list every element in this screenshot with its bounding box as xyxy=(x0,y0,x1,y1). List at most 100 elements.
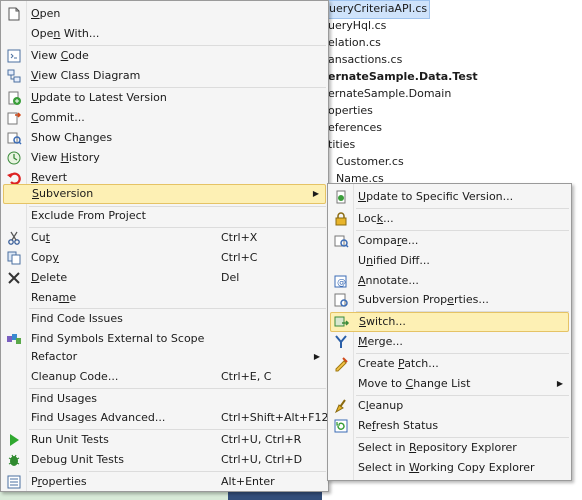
menu-item-open[interactable]: Open xyxy=(3,4,326,24)
cleanup-icon xyxy=(333,398,349,414)
menu-item-label: Move to Change List xyxy=(358,377,471,390)
switch-icon xyxy=(334,314,350,330)
menu-item-lock[interactable]: Lock... xyxy=(330,209,569,229)
menu-item-label: Lock... xyxy=(358,212,394,225)
menu-item-compare[interactable]: Compare... xyxy=(330,231,569,251)
menu-item-cut[interactable]: Cut Ctrl+X xyxy=(3,228,326,248)
menu-item-label: Subversion xyxy=(32,187,94,200)
compare-icon xyxy=(333,233,349,249)
menu-item-label: Compare... xyxy=(358,234,419,247)
menu-item-exclude-from-project[interactable]: Exclude From Project xyxy=(3,206,326,226)
menu-item-run-unit-tests[interactable]: Run Unit Tests Ctrl+U, Ctrl+R xyxy=(3,430,326,450)
menu-item-label: Refactor xyxy=(31,350,78,363)
menu-item-find-usages[interactable]: Find Usages xyxy=(3,389,326,409)
menu-item-move-to-change-list[interactable]: Move to Change List ▶ xyxy=(330,374,569,394)
menu-item-label: Run Unit Tests xyxy=(31,433,109,446)
menu-item-label: Switch... xyxy=(359,315,406,328)
menu-item-label: Update to Latest Version xyxy=(31,91,167,104)
menu-item-properties[interactable]: Properties Alt+Enter xyxy=(3,472,326,492)
menu-item-shortcut: Alt+Enter xyxy=(221,475,275,488)
menu-item-label: View Code xyxy=(31,49,89,62)
submenu-arrow-icon: ▶ xyxy=(556,379,563,388)
menu-item-label: Open xyxy=(31,7,61,20)
menu-item-label: Select in Working Copy Explorer xyxy=(358,461,535,474)
find-symbols-icon xyxy=(6,331,22,347)
copy-icon xyxy=(6,250,22,266)
menu-item-shortcut: Ctrl+C xyxy=(221,251,258,264)
menu-item-find-usages-advanced[interactable]: Find Usages Advanced... Ctrl+Shift+Alt+F… xyxy=(3,408,328,428)
menu-item-subversion-properties[interactable]: Subversion Properties... xyxy=(330,290,569,310)
lock-icon xyxy=(333,211,349,227)
create-patch-icon xyxy=(333,356,349,372)
menu-item-switch[interactable]: Switch... xyxy=(330,312,569,332)
menu-item-shortcut: Ctrl+X xyxy=(221,231,258,244)
menu-item-label: Commit... xyxy=(31,111,85,124)
merge-icon xyxy=(333,334,349,350)
menu-item-label: Cleanup Code... xyxy=(31,370,119,383)
menu-item-annotate[interactable]: @ Annotate... xyxy=(330,271,569,291)
menu-item-label: Open With... xyxy=(31,27,100,40)
menu-item-subversion[interactable]: Subversion ▶ xyxy=(3,184,326,204)
menu-item-update-specific-version[interactable]: Update to Specific Version... xyxy=(330,187,569,207)
menu-item-cleanup[interactable]: Cleanup xyxy=(330,396,569,416)
menu-item-label: Rename xyxy=(31,291,77,304)
menu-item-rename[interactable]: Rename xyxy=(3,288,326,308)
tree-item-data-test-project[interactable]: ernateSample.Data.Test xyxy=(328,68,478,85)
menu-item-label: Find Code Issues xyxy=(31,312,123,325)
menu-item-label: Copy xyxy=(31,251,59,264)
menu-item-shortcut: Ctrl+U, Ctrl+D xyxy=(221,453,303,466)
menu-item-select-in-working-copy-explorer[interactable]: Select in Working Copy Explorer xyxy=(330,458,569,478)
svg-text:@: @ xyxy=(337,278,346,288)
menu-item-find-code-issues[interactable]: Find Code Issues xyxy=(3,309,326,329)
tree-item-label: tities xyxy=(328,138,356,151)
tree-item-label: eferences xyxy=(328,121,382,134)
menu-item-open-with[interactable]: Open With... xyxy=(3,24,326,44)
menu-item-refactor[interactable]: Refactor ▶ xyxy=(3,347,326,367)
tree-item-relation[interactable]: elation.cs xyxy=(328,34,381,51)
menu-item-unified-diff[interactable]: Unified Diff... xyxy=(330,251,569,271)
update-specific-icon xyxy=(333,189,349,205)
view-code-icon xyxy=(6,48,22,64)
menu-item-label: Cleanup xyxy=(358,399,404,412)
tree-item-entities[interactable]: tities xyxy=(328,136,355,153)
tree-item-query-hql[interactable]: ueryHql.cs xyxy=(328,17,386,34)
refresh-icon xyxy=(333,418,349,434)
tree-item-references[interactable]: eferences xyxy=(328,119,382,136)
debug-tests-icon xyxy=(6,452,22,468)
tree-item-label: elation.cs xyxy=(328,36,381,49)
menu-item-view-class-diagram[interactable]: View Class Diagram xyxy=(3,66,326,86)
menu-item-view-code[interactable]: View Code xyxy=(3,46,326,66)
properties-icon xyxy=(6,474,22,490)
menu-item-debug-unit-tests[interactable]: Debug Unit Tests Ctrl+U, Ctrl+D xyxy=(3,450,326,470)
menu-item-label: Find Usages xyxy=(31,392,98,405)
delete-icon xyxy=(6,270,22,286)
menu-item-label: Merge... xyxy=(358,335,403,348)
menu-item-copy[interactable]: Copy Ctrl+C xyxy=(3,248,326,268)
menu-item-refresh-status[interactable]: Refresh Status xyxy=(330,416,569,436)
menu-item-merge[interactable]: Merge... xyxy=(330,332,569,352)
menu-item-show-changes[interactable]: Show Changes xyxy=(3,128,326,148)
menu-item-commit[interactable]: Commit... xyxy=(3,108,326,128)
tree-item-label: ansactions.cs xyxy=(328,53,403,66)
menu-item-label: Update to Specific Version... xyxy=(358,190,514,203)
tree-item-label: ernateSample.Data.Test xyxy=(328,70,478,83)
tree-item-customer[interactable]: Customer.cs xyxy=(336,153,404,170)
commit-icon xyxy=(6,110,22,126)
subversion-submenu: Update to Specific Version... Lock... Co… xyxy=(327,183,572,481)
menu-item-update-latest[interactable]: Update to Latest Version xyxy=(3,88,326,108)
tree-item-properties[interactable]: operties xyxy=(328,102,373,119)
tree-item-label: ueryHql.cs xyxy=(328,19,387,32)
tree-item-transactions[interactable]: ansactions.cs xyxy=(328,51,402,68)
menu-item-label: Delete xyxy=(31,271,68,284)
menu-item-label: Exclude From Project xyxy=(31,209,146,222)
submenu-arrow-icon: ▶ xyxy=(313,352,320,361)
menu-item-select-in-repository-explorer[interactable]: Select in Repository Explorer xyxy=(330,438,569,458)
tree-item-domain-project[interactable]: ernateSample.Domain xyxy=(328,85,451,102)
menu-item-cleanup-code[interactable]: Cleanup Code... Ctrl+E, C xyxy=(3,367,326,387)
tree-item-label: Customer.cs xyxy=(336,155,404,168)
menu-item-delete[interactable]: Delete Del xyxy=(3,268,326,288)
menu-item-shortcut: Del xyxy=(221,271,240,284)
menu-item-view-history[interactable]: View History xyxy=(3,148,326,168)
menu-item-create-patch[interactable]: Create Patch... xyxy=(330,354,569,374)
menu-item-find-symbols-external[interactable]: Find Symbols External to Scope xyxy=(3,329,326,349)
